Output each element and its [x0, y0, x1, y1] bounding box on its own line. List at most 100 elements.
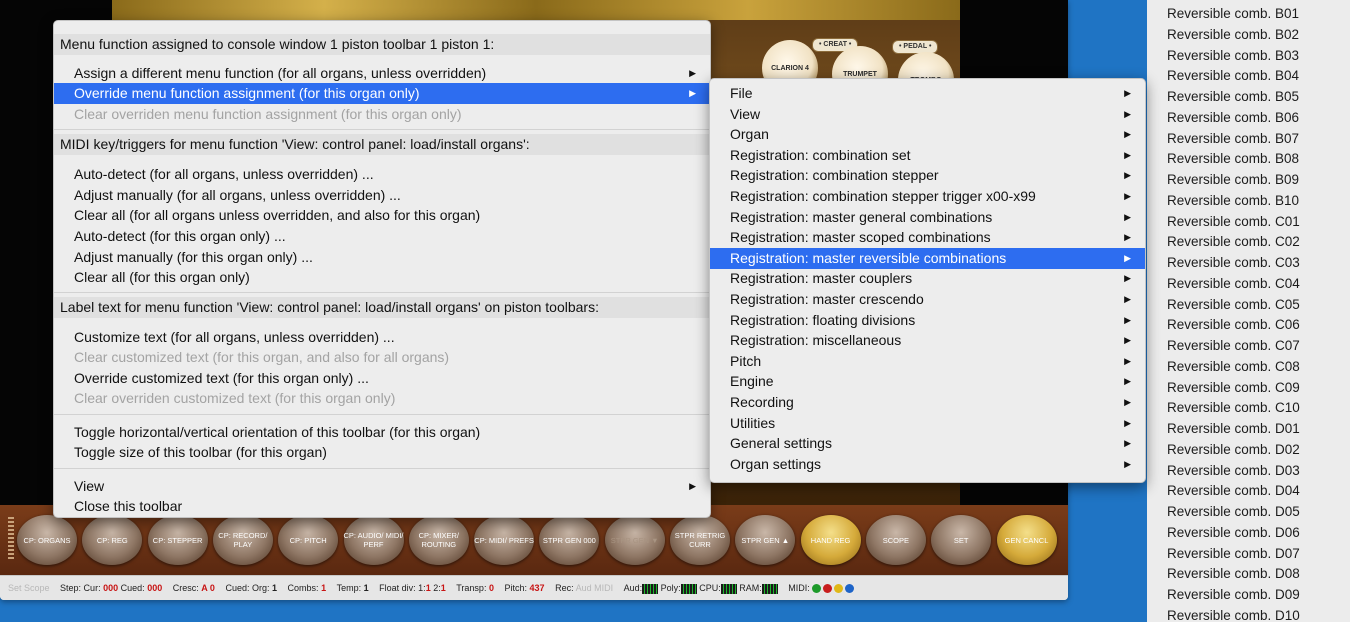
- submenu-item[interactable]: Engine ▶: [710, 371, 1145, 392]
- submenu-item[interactable]: Organ settings ▶: [710, 454, 1145, 475]
- menu-item-view[interactable]: View ▶: [54, 476, 710, 497]
- piston-button[interactable]: CP: REG: [82, 515, 143, 565]
- piston-button[interactable]: SCOPE: [865, 515, 926, 565]
- submenu-item[interactable]: Registration: master crescendo ▶: [710, 289, 1145, 310]
- piston-button[interactable]: CP: RECORD/ PLAY: [212, 515, 273, 565]
- reversible-combination-item[interactable]: Reversible comb. D01: [1167, 421, 1300, 436]
- step-status: Step: Cur: 000 Cued: 000: [60, 583, 163, 593]
- temperament-status: Temp: 1: [336, 583, 369, 593]
- menu-item-clear-all-all[interactable]: Clear all (for all organs unless overrid…: [54, 205, 710, 226]
- submenu-item[interactable]: View ▶: [710, 104, 1145, 125]
- menu-item-override-assignment[interactable]: Override menu function assignment (for t…: [54, 83, 710, 104]
- reversible-combination-item[interactable]: Reversible comb. B08: [1167, 151, 1299, 166]
- reversible-combination-item[interactable]: Reversible comb. C05: [1167, 297, 1300, 312]
- menu-item-adjust-manually-organ[interactable]: Adjust manually (for this organ only) ..…: [54, 247, 710, 268]
- reversible-combination-item[interactable]: Reversible comb. D06: [1167, 525, 1300, 540]
- menu-separator: [54, 468, 710, 469]
- reversible-combination-item[interactable]: Reversible comb. B01: [1167, 6, 1299, 21]
- submenu-item[interactable]: Registration: miscellaneous ▶: [710, 330, 1145, 351]
- menu-item-toggle-orientation[interactable]: Toggle horizontal/vertical orientation o…: [54, 422, 710, 443]
- crescendo-status: Cresc: A 0: [172, 583, 215, 593]
- reversible-combination-item[interactable]: Reversible comb. C02: [1167, 234, 1300, 249]
- piston-button[interactable]: STPR GEN ▼: [604, 515, 665, 565]
- reversible-combination-item[interactable]: Reversible comb. D10: [1167, 608, 1300, 622]
- reversible-combination-item[interactable]: Reversible comb. D04: [1167, 483, 1300, 498]
- submenu-item[interactable]: Registration: master scoped combinations…: [710, 227, 1145, 248]
- menu-item-adjust-manually-all[interactable]: Adjust manually (for all organs, unless …: [54, 185, 710, 206]
- submenu-arrow-icon: ▶: [689, 88, 696, 98]
- reversible-combination-item[interactable]: Reversible comb. D07: [1167, 546, 1300, 561]
- reversible-combination-item[interactable]: Reversible comb. D02: [1167, 442, 1300, 457]
- reversible-combination-item[interactable]: Reversible comb. D05: [1167, 504, 1300, 519]
- submenu-item[interactable]: Registration: combination stepper trigge…: [710, 186, 1145, 207]
- submenu-item[interactable]: Registration: combination set ▶: [710, 145, 1145, 166]
- menu-header-label-text: Label text for menu function 'View: cont…: [54, 297, 710, 318]
- menu-item-assign-different[interactable]: Assign a different menu function (for al…: [54, 63, 710, 84]
- piston-button[interactable]: STPR GEN ▲: [735, 515, 796, 565]
- reversible-combination-item[interactable]: Reversible comb. C07: [1167, 338, 1300, 353]
- reversible-combination-item[interactable]: Reversible comb. C03: [1167, 255, 1300, 270]
- reversible-combination-item[interactable]: Reversible comb. C06: [1167, 317, 1300, 332]
- reversible-combination-item[interactable]: Reversible comb. B06: [1167, 110, 1299, 125]
- submenu-item[interactable]: Utilities ▶: [710, 413, 1145, 434]
- reversible-combination-item[interactable]: Reversible comb. C01: [1167, 214, 1300, 229]
- reversible-combination-item[interactable]: Reversible comb. B10: [1167, 193, 1299, 208]
- piston-button[interactable]: CP: PITCH: [278, 515, 339, 565]
- menu-header-midi-triggers: MIDI key/triggers for menu function 'Vie…: [54, 134, 710, 155]
- reversible-combination-item[interactable]: Reversible comb. D03: [1167, 463, 1300, 478]
- submenu-item[interactable]: Recording ▶: [710, 392, 1145, 413]
- piston-button[interactable]: GEN CANCL: [996, 515, 1057, 565]
- menu-item-auto-detect-all[interactable]: Auto-detect (for all organs, unless over…: [54, 164, 710, 185]
- menu-function-submenu: File ▶ View ▶ Organ ▶ Registration: combinatio…: [709, 78, 1146, 483]
- piston-button[interactable]: STPR GEN 000: [539, 515, 600, 565]
- reversible-combination-item[interactable]: Reversible comb. D09: [1167, 587, 1300, 602]
- toolbar-drag-handle[interactable]: [8, 517, 14, 561]
- reversible-combination-item[interactable]: Reversible comb. B09: [1167, 172, 1299, 187]
- submenu-item[interactable]: File ▶: [710, 83, 1145, 104]
- menu-item-auto-detect-organ[interactable]: Auto-detect (for this organ only) ...: [54, 226, 710, 247]
- piston-button[interactable]: CP: AUDIO/ MIDI/ PERF: [343, 515, 404, 565]
- reversible-combination-list: Reversible comb. B01 Reversible comb. B02…: [1147, 0, 1350, 622]
- piston-button[interactable]: CP: ORGANS: [17, 515, 77, 565]
- menu-item-override-customized-text[interactable]: Override customized text (for this organ…: [54, 368, 710, 389]
- submenu-item[interactable]: Registration: floating divisions ▶: [710, 310, 1145, 331]
- menu-item-clear-customized-text[interactable]: Clear customized text (for this organ, a…: [54, 347, 710, 368]
- menu-item-clear-override[interactable]: Clear overriden menu function assignment…: [54, 104, 710, 125]
- submenu-item[interactable]: Registration: master reversible combinat…: [710, 247, 1145, 269]
- reversible-combination-item[interactable]: Reversible comb. B05: [1167, 89, 1299, 104]
- reversible-combination-item[interactable]: Reversible comb. B04: [1167, 68, 1299, 83]
- submenu-item[interactable]: Pitch ▶: [710, 351, 1145, 372]
- piston-button[interactable]: CP: STEPPER: [147, 515, 208, 565]
- reversible-combination-item[interactable]: Reversible comb. C09: [1167, 380, 1300, 395]
- submenu-item[interactable]: Registration: combination stepper ▶: [710, 165, 1145, 186]
- floating-division-status: Float div: 1:1 2:1: [379, 583, 446, 593]
- menu-item-clear-all-organ[interactable]: Clear all (for this organ only): [54, 267, 710, 288]
- menu-item-toggle-size[interactable]: Toggle size of this toolbar (for this or…: [54, 442, 710, 463]
- midi-indicators: MIDI:: [788, 576, 854, 600]
- menu-item-close-toolbar[interactable]: Close this toolbar: [54, 496, 710, 517]
- reversible-combination-item[interactable]: Reversible comb. B02: [1167, 27, 1299, 42]
- reversible-combination-item[interactable]: Reversible comb. B03: [1167, 48, 1299, 63]
- submenu-item[interactable]: Registration: master general combination…: [710, 207, 1145, 228]
- audio-meter: Aud: Poly: CPU: RAM:: [624, 576, 778, 600]
- piston-button[interactable]: CP: MIXER/ ROUTING: [408, 515, 469, 565]
- reversible-combination-item[interactable]: Reversible comb. D08: [1167, 566, 1300, 581]
- reversible-combination-item[interactable]: Reversible comb. C04: [1167, 276, 1300, 291]
- set-scope-label: Set Scope: [8, 583, 50, 593]
- reversible-combination-item[interactable]: Reversible comb. C08: [1167, 359, 1300, 374]
- submenu-arrow-icon: ▶: [1124, 314, 1131, 325]
- midi-led-icon: [844, 584, 854, 594]
- piston-button[interactable]: HAND REG: [800, 515, 861, 565]
- reversible-combination-item[interactable]: Reversible comb. B07: [1167, 131, 1299, 146]
- piston-button[interactable]: SET: [931, 515, 992, 565]
- menu-item-customize-text[interactable]: Customize text (for all organs, unless o…: [54, 327, 710, 348]
- menu-item-clear-overriden-text[interactable]: Clear overriden customized text (for thi…: [54, 388, 710, 409]
- submenu-item[interactable]: Organ ▶: [710, 124, 1145, 145]
- piston-button[interactable]: STPR RETRIG CURR: [670, 515, 730, 565]
- reversible-combination-item[interactable]: Reversible comb. C10: [1167, 400, 1300, 415]
- submenu-arrow-icon: ▶: [1124, 232, 1131, 243]
- submenu-arrow-icon: ▶: [1124, 108, 1131, 119]
- piston-button[interactable]: CP: MIDI/ PREFS: [474, 515, 535, 565]
- submenu-item[interactable]: General settings ▶: [710, 433, 1145, 454]
- submenu-item[interactable]: Registration: master couplers ▶: [710, 268, 1145, 289]
